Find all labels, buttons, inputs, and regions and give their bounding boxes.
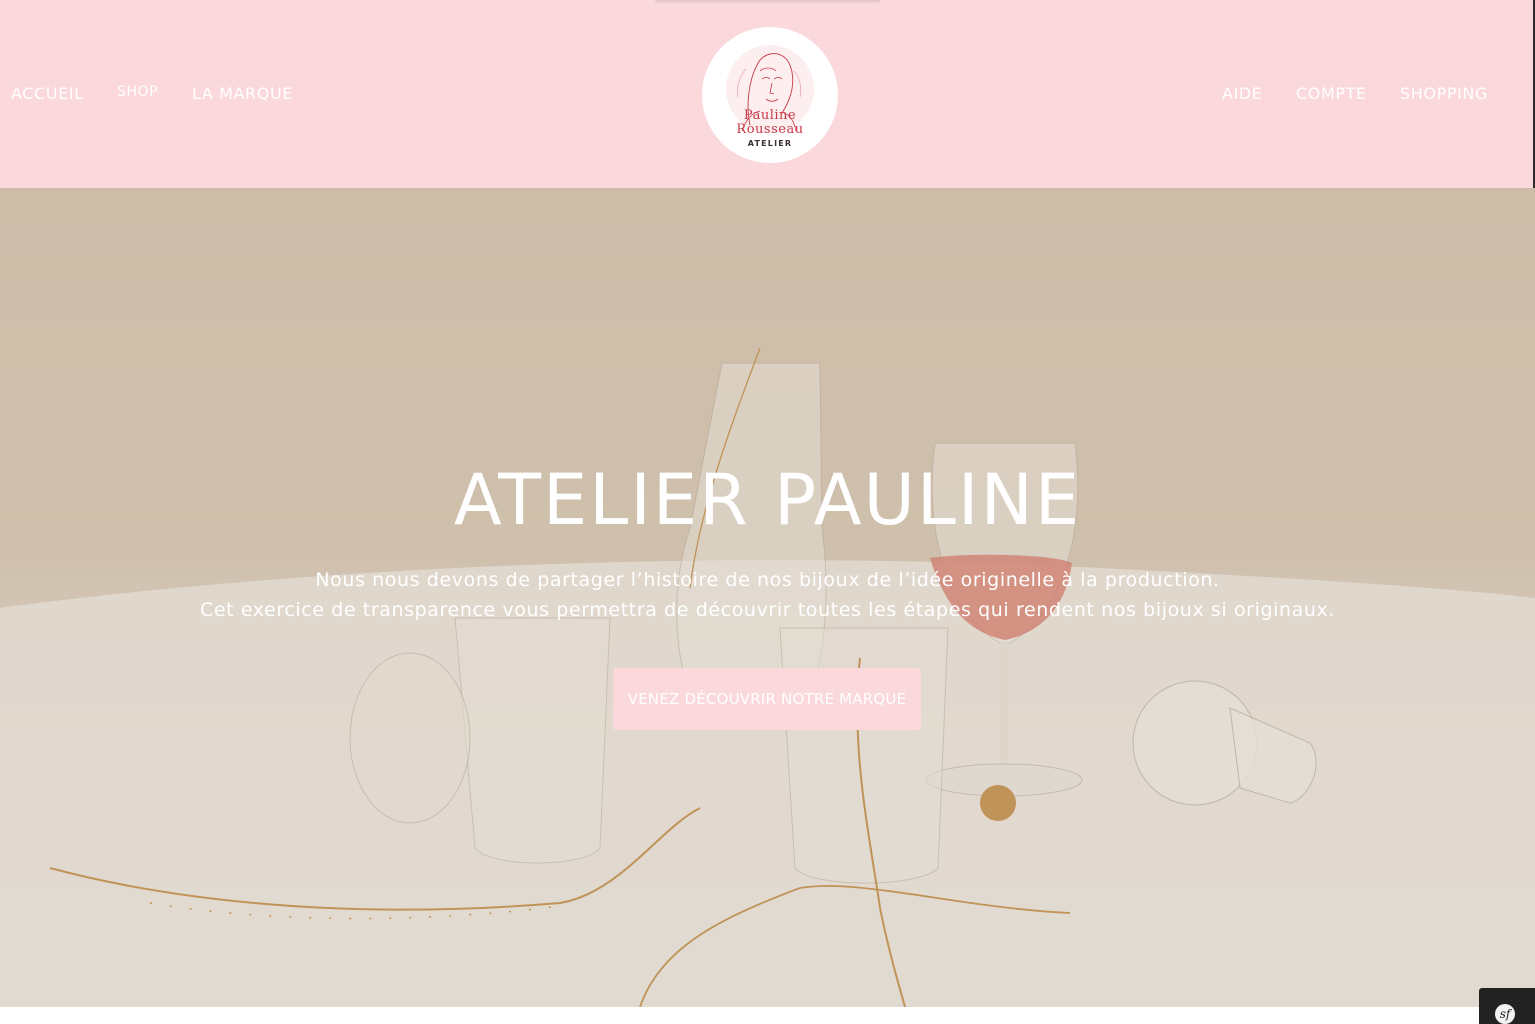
page-below-fold <box>0 1007 1535 1024</box>
nav-shop[interactable]: SHOP <box>117 84 158 100</box>
nav-shopping[interactable]: SHOPPING <box>1400 84 1488 103</box>
discover-brand-button[interactable]: VENEZ DÉCOUVRIR NOTRE MARQUE <box>613 668 921 730</box>
hero-description-line2: Cet exercice de transparence vous permet… <box>199 599 1336 621</box>
nav-aide[interactable]: AIDE <box>1222 84 1263 103</box>
hero-banner: ATELIER PAULINE Nous nous devons de part… <box>0 188 1535 1007</box>
logo-name-line2: Rousseau <box>736 122 804 137</box>
site-header: ACCUEIL SHOP LA MARQUE Pauline Rousseau … <box>0 0 1535 188</box>
nav-accueil[interactable]: ACCUEIL <box>11 84 84 103</box>
header-top-shadow <box>655 0 880 4</box>
logo-name-line1: Pauline <box>743 108 797 123</box>
hero-title: ATELIER PAULINE <box>453 459 1082 541</box>
nav-la-marque[interactable]: LA MARQUE <box>192 84 293 103</box>
hero-overlay <box>0 188 1535 1007</box>
hero-description-line1: Nous nous devons de partager l’histoire … <box>315 569 1220 591</box>
debug-toolbar-button[interactable]: sf <box>1479 988 1535 1024</box>
brand-logo[interactable]: Pauline Rousseau ATELIER <box>702 27 838 163</box>
nav-compte[interactable]: COMPTE <box>1296 84 1367 103</box>
logo-subtitle: ATELIER <box>747 139 793 148</box>
symfony-icon: sf <box>1495 1004 1515 1024</box>
